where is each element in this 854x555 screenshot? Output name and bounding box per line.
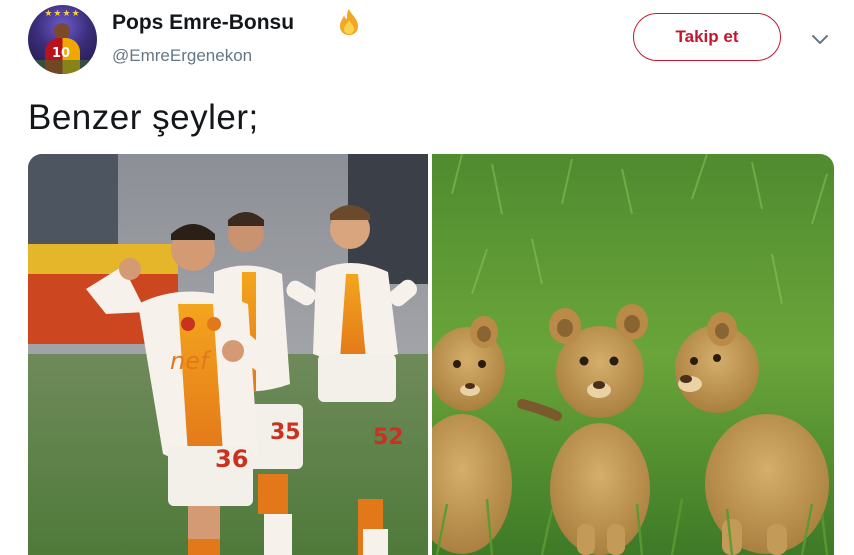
football-players-illustration: 52 35 nef 36 (28, 154, 428, 555)
football-players-photo[interactable]: 52 35 nef 36 (28, 154, 428, 555)
avatar[interactable]: ★★★★ 10 (28, 5, 97, 74)
svg-text:nef: nef (170, 347, 212, 375)
chevron-down-icon[interactable] (810, 33, 830, 47)
fire-icon (340, 9, 358, 35)
photo-grid: 52 35 nef 36 (28, 154, 834, 555)
tweet-text: Benzer şeyler; (28, 98, 259, 137)
lion-cubs-illustration (432, 154, 834, 555)
jersey-number-36: 36 (215, 445, 248, 473)
avatar-player-number: 10 (52, 46, 71, 61)
avatar-stars: ★★★★ (44, 9, 81, 19)
author-handle[interactable]: @EmreErgenekon (112, 46, 252, 66)
avatar-grass (28, 60, 97, 74)
author-name[interactable]: Pops Emre-Bonsu (112, 11, 294, 35)
jersey-number-35: 35 (270, 420, 301, 445)
avatar-player-head (54, 23, 70, 39)
jersey-number-52: 52 (373, 425, 404, 450)
follow-button[interactable]: Takip et (633, 13, 781, 61)
lion-cubs-photo[interactable] (432, 154, 834, 555)
